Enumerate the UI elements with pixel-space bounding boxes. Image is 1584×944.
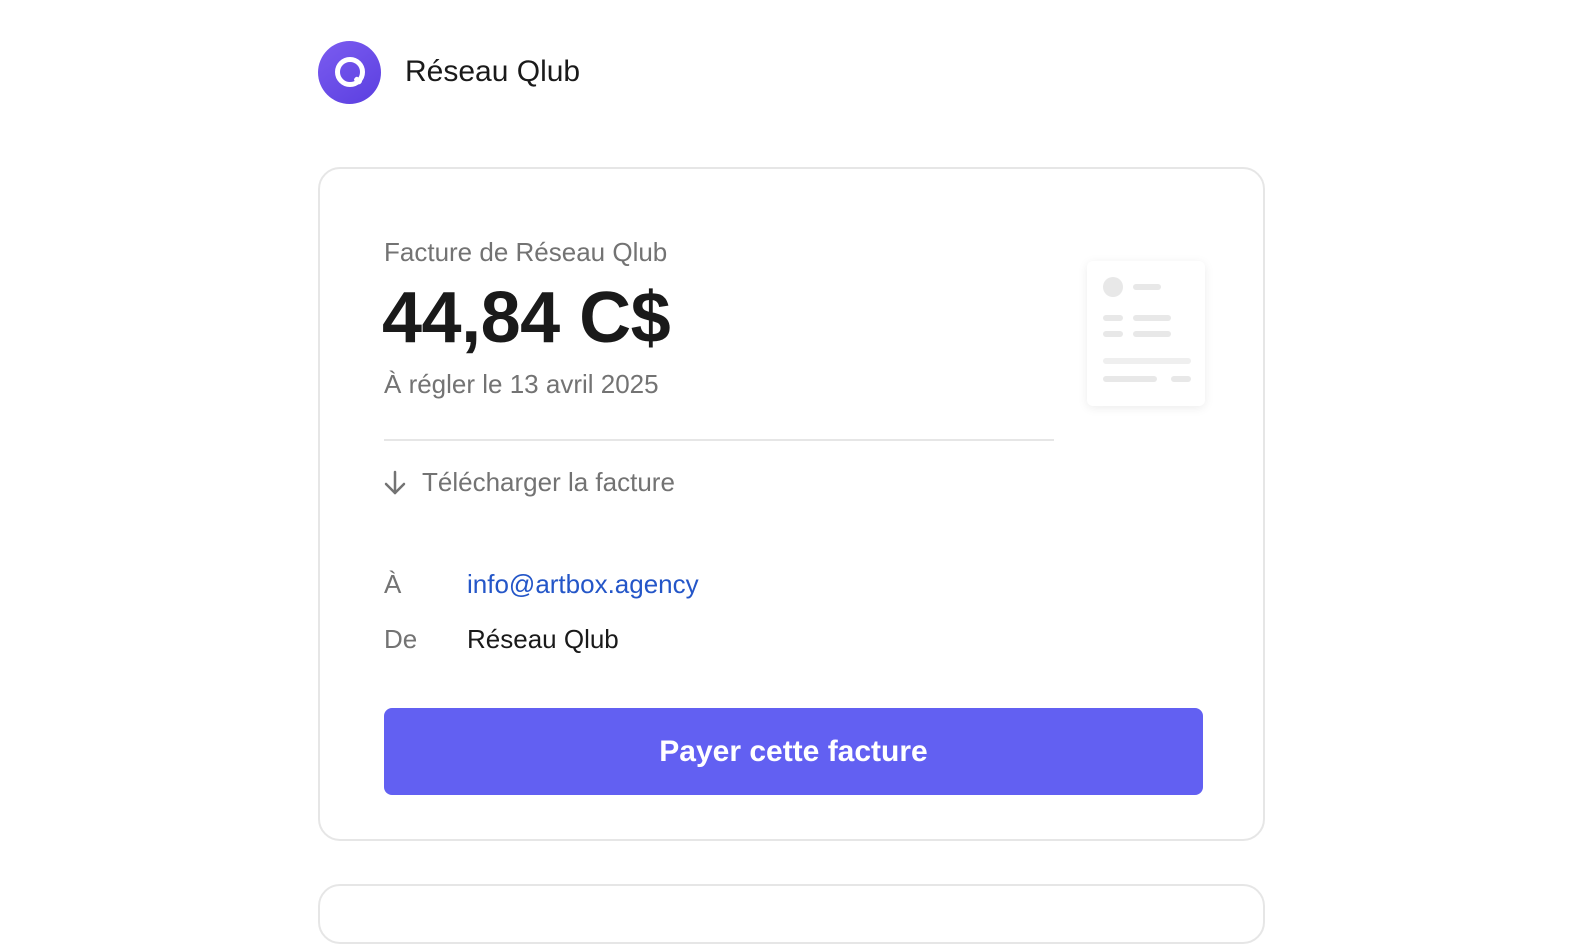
secondary-card bbox=[318, 884, 1265, 944]
qlub-logo-icon bbox=[318, 40, 381, 104]
invoice-document-icon bbox=[1087, 261, 1205, 406]
invoice-card: Facture de Réseau Qlub 44,84 C$ À régler… bbox=[318, 167, 1265, 841]
divider bbox=[384, 439, 1054, 441]
sender-row: De Réseau Qlub bbox=[384, 624, 619, 655]
recipient-email-link[interactable]: info@artbox.agency bbox=[467, 569, 699, 600]
header: Réseau Qlub bbox=[318, 40, 580, 104]
arrow-down-icon bbox=[382, 469, 408, 497]
sender-label: De bbox=[384, 624, 418, 654]
download-invoice-label: Télécharger la facture bbox=[422, 467, 675, 497]
recipient-row: À info@artbox.agency bbox=[384, 569, 699, 600]
invoice-amount: 44,84 C$ bbox=[382, 278, 671, 358]
sender-value: Réseau Qlub bbox=[467, 624, 619, 654]
pay-invoice-button[interactable]: Payer cette facture bbox=[384, 708, 1203, 795]
brand-name: Réseau Qlub bbox=[405, 55, 581, 88]
recipient-label: À bbox=[384, 569, 402, 599]
invoice-from-label: Facture de Réseau Qlub bbox=[384, 237, 668, 267]
due-date: À régler le 13 avril 2025 bbox=[384, 369, 659, 399]
download-invoice-link[interactable]: Télécharger la facture bbox=[382, 467, 675, 498]
